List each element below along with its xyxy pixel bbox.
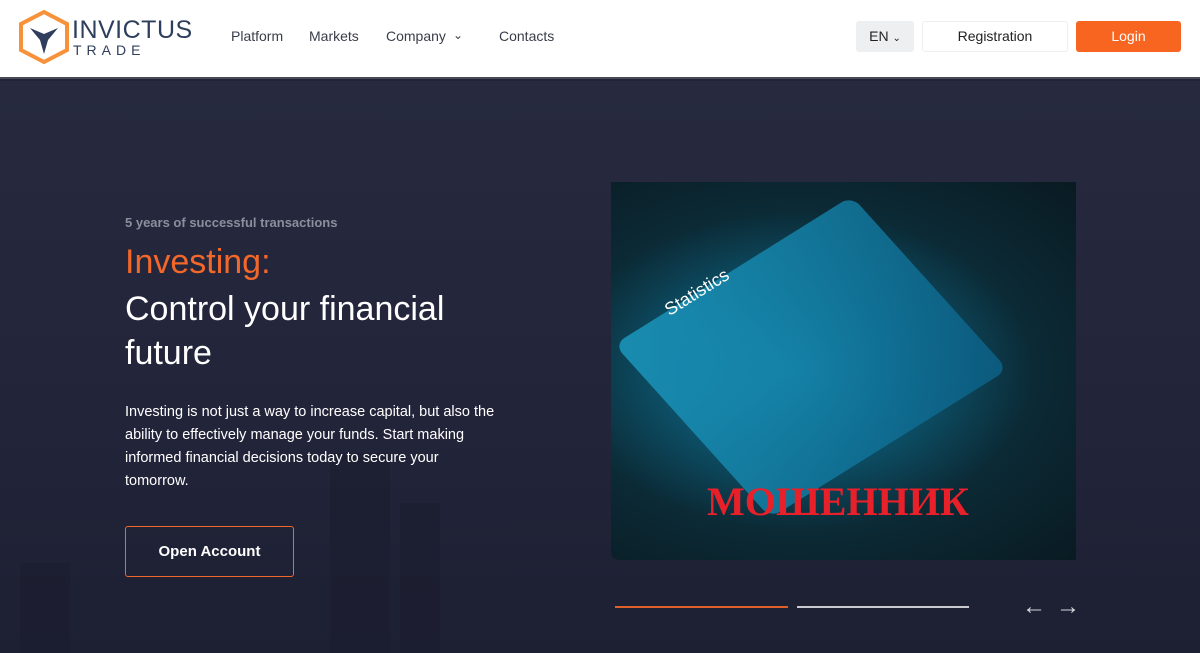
hero-title-accent: Investing: xyxy=(125,243,271,281)
watermark-stamp: МОШЕННИК xyxy=(707,479,969,524)
language-value: EN xyxy=(869,28,889,44)
city-silhouette xyxy=(20,563,70,653)
hero-subtitle: 5 years of successful transactions xyxy=(125,215,338,230)
chevron-down-icon: ⌄ xyxy=(892,33,901,44)
registration-button[interactable]: Registration xyxy=(922,21,1068,52)
language-select[interactable]: EN ⌄ xyxy=(856,21,914,52)
arrow-right-icon[interactable]: → xyxy=(1056,593,1080,621)
nav-company[interactable]: Company xyxy=(386,28,446,44)
hero-image: Statistics МОШЕННИК xyxy=(611,182,1076,560)
slider-indicator[interactable] xyxy=(797,606,969,608)
logo[interactable]: INVICTUS TRADE xyxy=(18,9,192,65)
nav-platform[interactable]: Platform xyxy=(231,28,283,44)
chevron-down-icon[interactable]: ⌄ xyxy=(453,28,463,42)
nav-markets[interactable]: Markets xyxy=(309,28,359,44)
arrow-left-icon[interactable]: ← xyxy=(1022,593,1046,621)
logo-hex-icon xyxy=(19,9,69,65)
logo-subtext: TRADE xyxy=(73,42,146,58)
nav-contacts[interactable]: Contacts xyxy=(499,28,554,44)
logo-text: INVICTUS xyxy=(72,16,193,44)
slider-indicator-active[interactable] xyxy=(615,606,788,608)
hero-description: Investing is not just a way to increase … xyxy=(125,404,495,489)
tablet-graphic xyxy=(614,196,1008,518)
hero-title: Control your financial future xyxy=(125,290,445,372)
city-silhouette xyxy=(400,503,440,653)
open-account-button[interactable]: Open Account xyxy=(125,526,294,577)
header: INVICTUS TRADE Platform Markets Company … xyxy=(0,0,1200,79)
login-button[interactable]: Login xyxy=(1076,21,1181,52)
